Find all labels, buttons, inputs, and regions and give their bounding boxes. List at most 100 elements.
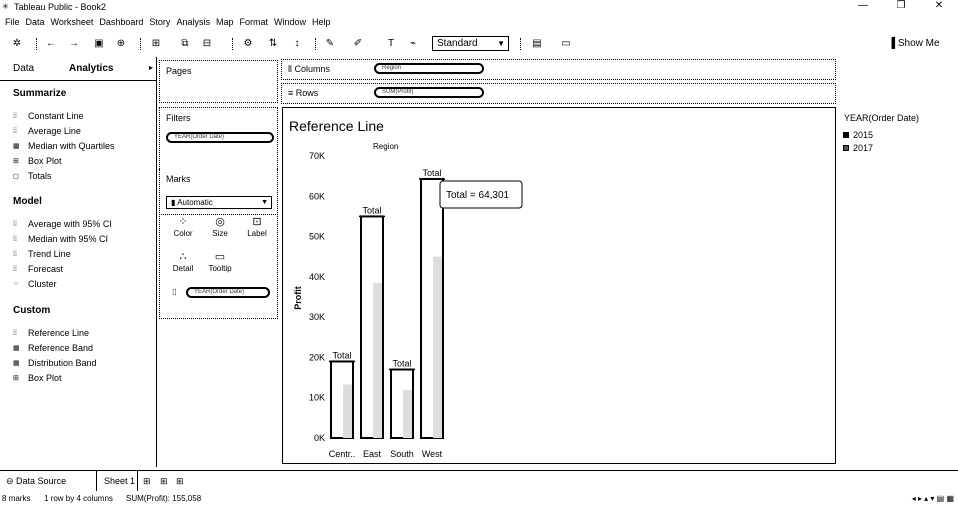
swap-rows-columns-icon[interactable]: ⇅ <box>266 37 280 51</box>
detail-button[interactable]: ∴ Detail <box>168 251 198 273</box>
label-label: Label <box>247 229 267 238</box>
new-dashboard-tab-icon[interactable]: ⊞ <box>157 471 171 491</box>
bar-segment-2017 <box>343 384 352 438</box>
status-view-controls[interactable]: ◂ ▸ ▴ ▾ ▤ ▦ <box>912 491 954 507</box>
close-button[interactable]: ✕ <box>920 0 958 12</box>
section-summarize: Summarize <box>13 88 67 99</box>
y-tick-label: 60K <box>309 191 325 201</box>
pages-card[interactable]: Pages <box>159 60 278 103</box>
menu-file[interactable]: File <box>5 15 20 29</box>
menu-format[interactable]: Format <box>239 15 268 29</box>
analytics-item[interactable]: ⁘ Cluster <box>13 279 57 289</box>
menu-map[interactable]: Map <box>216 15 234 29</box>
fit-dropdown[interactable]: Standard ▼ <box>432 36 509 51</box>
menu-story[interactable]: Story <box>149 15 170 29</box>
analytics-item[interactable]: ⁞⁞ Reference Line <box>13 328 89 338</box>
pane-menu-icon[interactable]: ▸ <box>149 63 153 72</box>
analytics-item[interactable]: ▦ Distribution Band <box>13 358 97 368</box>
group-members-icon[interactable]: ✐ <box>351 37 365 51</box>
marks-card-title: Marks <box>166 174 191 184</box>
toolbar-separator <box>315 38 316 50</box>
legend-item[interactable]: 2017 <box>843 143 873 153</box>
rows-shelf-label: ≡ Rows <box>288 88 318 98</box>
columns-shelf[interactable]: ⦀ Columns Region <box>281 59 836 80</box>
size-button[interactable]: ◎ Size <box>205 216 235 238</box>
new-story-tab-icon[interactable]: ⊞ <box>173 471 187 491</box>
new-worksheet-icon[interactable]: ⊞ <box>149 37 163 51</box>
columns-pill-region[interactable]: Region <box>374 63 484 74</box>
bar-total-label: Total <box>332 350 351 360</box>
worksheet-view[interactable]: Reference Line Region Profit 0K 10K 20K 30K 40… <box>282 107 836 464</box>
analytics-item[interactable]: ▦ Reference Band <box>13 343 93 353</box>
tab-analytics[interactable]: Analytics <box>69 63 113 74</box>
y-tick-label: 50K <box>309 232 325 242</box>
analytics-item[interactable]: ⁞⁞ Constant Line <box>13 111 84 121</box>
analytics-item-label: Median with Quartiles <box>28 141 115 151</box>
analytics-item[interactable]: ⊞ Box Plot <box>13 156 62 166</box>
color-button[interactable]: ⁘ Color <box>168 216 198 238</box>
analytics-item[interactable]: ⁞⁞ Median with 95% CI <box>13 234 108 244</box>
box-plot-icon: ⊞ <box>13 375 19 382</box>
clear-sheet-icon[interactable]: ⊟ <box>200 37 214 51</box>
chevron-down-icon: ▼ <box>497 39 505 48</box>
analytics-item[interactable]: ⁞⁞ Trend Line <box>13 249 71 259</box>
analytics-item[interactable]: ⁞⁞ Average Line <box>13 126 81 136</box>
legend-swatch <box>843 145 849 151</box>
rows-shelf[interactable]: ≡ Rows SUM(Profit) <box>281 83 836 104</box>
show-mark-labels-icon[interactable]: T <box>384 37 398 51</box>
tableau-logo-icon[interactable]: ✲ <box>10 37 24 51</box>
filters-card-title: Filters <box>166 113 191 123</box>
status-rows-columns: 1 row by 4 columns <box>44 494 113 503</box>
show-cards-icon[interactable]: ▤ <box>530 37 544 51</box>
bar-chart[interactable]: Region Profit 0K 10K 20K 30K 40K 50K 60K 70K Total… <box>283 108 835 463</box>
y-tick-label: 40K <box>309 272 325 282</box>
undo-icon[interactable]: ← <box>44 37 58 51</box>
new-worksheet-tab-icon[interactable]: ⊞ <box>140 471 154 491</box>
rows-pill-profit[interactable]: SUM(Profit) <box>374 87 484 98</box>
analytics-item-label: Box Plot <box>28 373 62 383</box>
analytics-item[interactable]: ⁞⁞ Average with 95% CI <box>13 219 112 229</box>
highlight-icon[interactable]: ✎ <box>323 37 337 51</box>
menu-help[interactable]: Help <box>312 15 331 29</box>
menu-window[interactable]: Window <box>274 15 306 29</box>
tooltip-button[interactable]: ▭ Tooltip <box>205 251 235 273</box>
analytics-item[interactable]: ◻ Totals <box>13 171 52 181</box>
bar-total-label: Total <box>422 168 441 178</box>
sort-ascending-icon[interactable]: ↕ <box>290 37 304 51</box>
tab-data[interactable]: Data <box>13 63 34 74</box>
reference-band-icon: ▦ <box>13 345 20 352</box>
presentation-mode-icon[interactable]: ▭ <box>559 37 573 51</box>
section-model: Model <box>13 196 42 207</box>
menu-data[interactable]: Data <box>26 15 45 29</box>
duplicate-sheet-icon[interactable]: ⧉ <box>178 37 192 51</box>
menu-dashboard[interactable]: Dashboard <box>99 15 143 29</box>
fix-axes-icon[interactable]: ⌁ <box>406 37 420 51</box>
color-icon: ⁘ <box>178 216 188 228</box>
filter-pill[interactable]: YEAR(Order Date) <box>166 132 274 143</box>
columns-shelf-label: ⦀ Columns <box>288 64 330 75</box>
data-source-tab[interactable]: ⊖ Data Source <box>0 471 97 491</box>
label-button[interactable]: ⊡ Label <box>242 216 272 238</box>
minimize-button[interactable]: — <box>844 0 882 12</box>
mark-type-dropdown[interactable]: ▮ Automatic ▼ <box>166 196 272 209</box>
maximize-button[interactable]: ❐ <box>882 0 920 12</box>
redo-icon[interactable]: → <box>67 37 81 51</box>
tab-sheet-1[interactable]: Sheet 1 <box>98 471 138 491</box>
show-me-button[interactable]: ▐ Show Me <box>888 37 940 51</box>
toolbar-separator <box>36 38 37 50</box>
analytics-item-label: Totals <box>28 171 52 181</box>
window-controls: — ❐ ✕ <box>844 0 958 12</box>
marks-card[interactable]: Marks ▮ Automatic ▼ ⁘ Color ◎ Size ⊡ Label … <box>159 169 278 319</box>
save-icon[interactable]: ▣ <box>92 37 106 51</box>
pause-updates-icon[interactable]: ⚙ <box>241 37 255 51</box>
median-ci-icon: ⁞⁞ <box>13 235 17 243</box>
marks-detail-pill[interactable]: YEAR(Order Date) <box>186 287 270 298</box>
bar-total-label: Total <box>362 205 381 215</box>
analytics-item[interactable]: ⁞⁞ Forecast <box>13 264 63 274</box>
menu-analysis[interactable]: Analysis <box>176 15 210 29</box>
menu-worksheet[interactable]: Worksheet <box>51 15 94 29</box>
analytics-item[interactable]: ▦ Median with Quartiles <box>13 141 115 151</box>
legend-item[interactable]: 2015 <box>843 130 873 140</box>
new-data-source-icon[interactable]: ⊕ <box>114 37 128 51</box>
analytics-item[interactable]: ⊞ Box Plot <box>13 373 62 383</box>
